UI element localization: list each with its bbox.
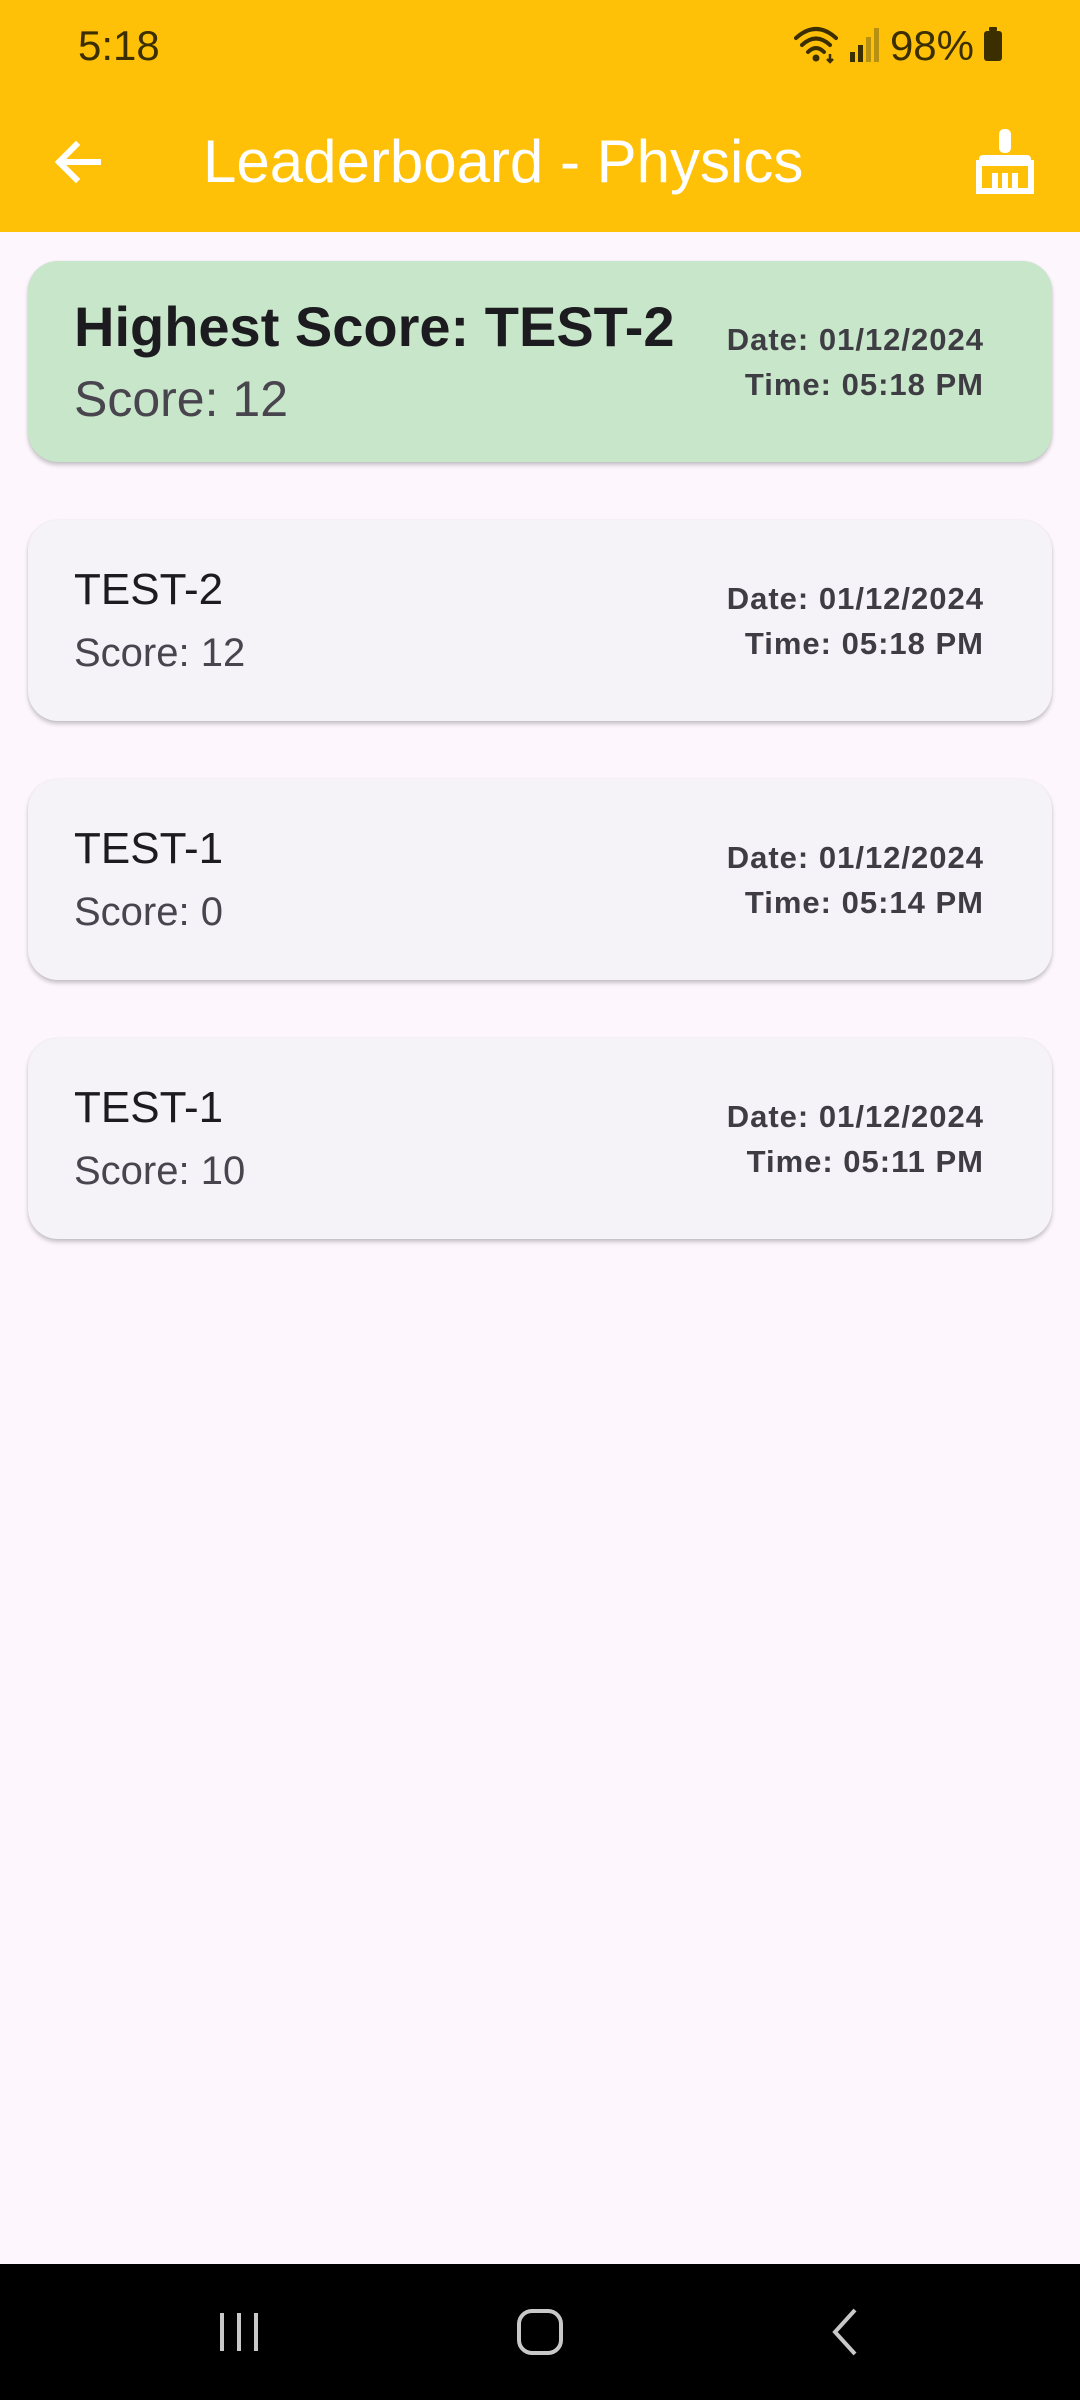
status-icons: 98% — [792, 20, 1004, 72]
clear-leaderboard-button[interactable] — [960, 116, 1050, 206]
entry-test-name: TEST-1 — [74, 823, 224, 873]
entry-date: Date: 01/12/2024 — [726, 839, 984, 875]
entry-score: Score: 0 — [74, 889, 223, 934]
status-bar: 5:18 98% — [0, 0, 1080, 92]
entry-test-name: TEST-2 — [74, 564, 224, 614]
recent-apps-button[interactable] — [194, 2292, 284, 2372]
page-title: Leaderboard - Physics — [203, 128, 804, 195]
entry-date: Date: 01/12/2024 — [726, 580, 984, 616]
leaderboard-list: Highest Score: TEST-2 Score: 12 Date: 01… — [28, 261, 1052, 1297]
back-button[interactable] — [40, 124, 116, 200]
entry-test-name: TEST-1 — [74, 1082, 224, 1132]
entry-time: Time: 05:11 PM — [746, 1143, 984, 1179]
entry-date: Date: 01/12/2024 — [726, 1098, 984, 1134]
status-time: 5:18 — [78, 22, 160, 69]
home-icon — [517, 2309, 563, 2355]
battery-icon — [982, 24, 1004, 69]
arrow-back-icon — [54, 140, 101, 184]
wifi-icon — [792, 24, 840, 69]
list-item: TEST-1 Score: 0 Date: 01/12/2024 Time: 0… — [28, 779, 1052, 980]
entry-score: Score: 10 — [74, 1148, 246, 1193]
highest-score-card: Highest Score: TEST-2 Score: 12 Date: 01… — [28, 261, 1052, 462]
system-nav-bar — [0, 2264, 1080, 2400]
highest-score-title: Highest Score: TEST-2 — [74, 294, 675, 358]
list-item: TEST-2 Score: 12 Date: 01/12/2024 Time: … — [28, 520, 1052, 721]
entry-time: Time: 05:18 PM — [744, 625, 984, 661]
home-button[interactable] — [495, 2292, 585, 2372]
app-bar: Leaderboard - Physics — [0, 92, 1080, 232]
highest-score-date: Date: 01/12/2024 — [726, 321, 984, 357]
battery-percentage: 98% — [889, 22, 974, 69]
entry-score: Score: 12 — [74, 630, 246, 675]
back-icon — [832, 2308, 857, 2356]
signal-icon — [848, 24, 882, 69]
cleaning-brush-icon — [976, 129, 1034, 194]
recent-apps-icon — [220, 2313, 258, 2351]
highest-score-time: Time: 05:18 PM — [744, 366, 984, 402]
entry-time: Time: 05:14 PM — [744, 884, 984, 920]
list-item: TEST-1 Score: 10 Date: 01/12/2024 Time: … — [28, 1038, 1052, 1239]
highest-score-value: Score: 12 — [74, 370, 289, 427]
nav-back-button[interactable] — [800, 2292, 890, 2372]
